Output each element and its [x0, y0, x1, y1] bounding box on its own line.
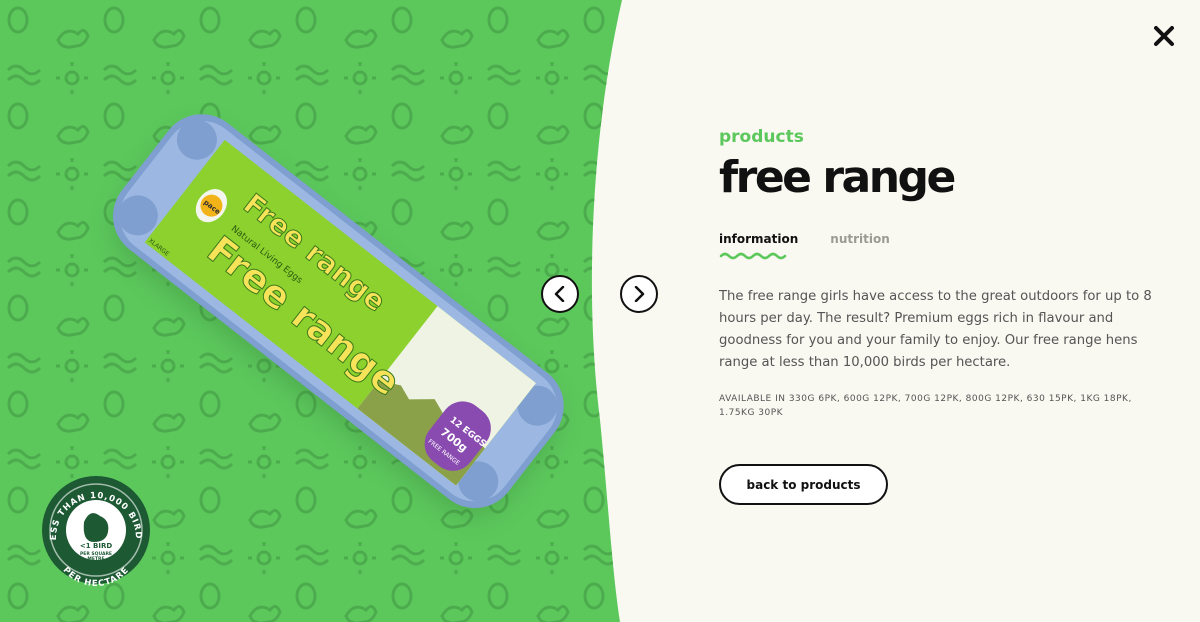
product-description: The free range girls have access to the …	[719, 289, 1152, 370]
close-icon	[1154, 26, 1174, 46]
chevron-left-icon	[554, 286, 565, 302]
tab-nutrition[interactable]: nutrition	[830, 232, 890, 260]
back-to-products-button[interactable]: back to products	[719, 464, 888, 505]
tab-information[interactable]: information	[719, 232, 798, 260]
tab-nutrition-label: nutrition	[830, 232, 890, 246]
product-title: free range	[719, 152, 956, 203]
previous-product-button[interactable]	[541, 275, 579, 313]
badge-center-sub2: METRE	[87, 556, 104, 562]
product-tabs: information nutrition	[719, 232, 1159, 260]
product-detail: products free range information nutritio…	[719, 126, 1159, 420]
close-button[interactable]	[1150, 22, 1178, 50]
next-product-button[interactable]	[620, 275, 658, 313]
active-tab-wave-icon	[719, 252, 787, 260]
product-availability: AVAILABLE IN 330G 6PK, 600G 12PK, 700G 1…	[719, 394, 1132, 418]
badge-center-main: <1 BIRD	[80, 542, 113, 550]
chevron-right-icon	[634, 286, 645, 302]
tab-information-label: information	[719, 232, 799, 246]
product-category: products	[719, 127, 804, 147]
